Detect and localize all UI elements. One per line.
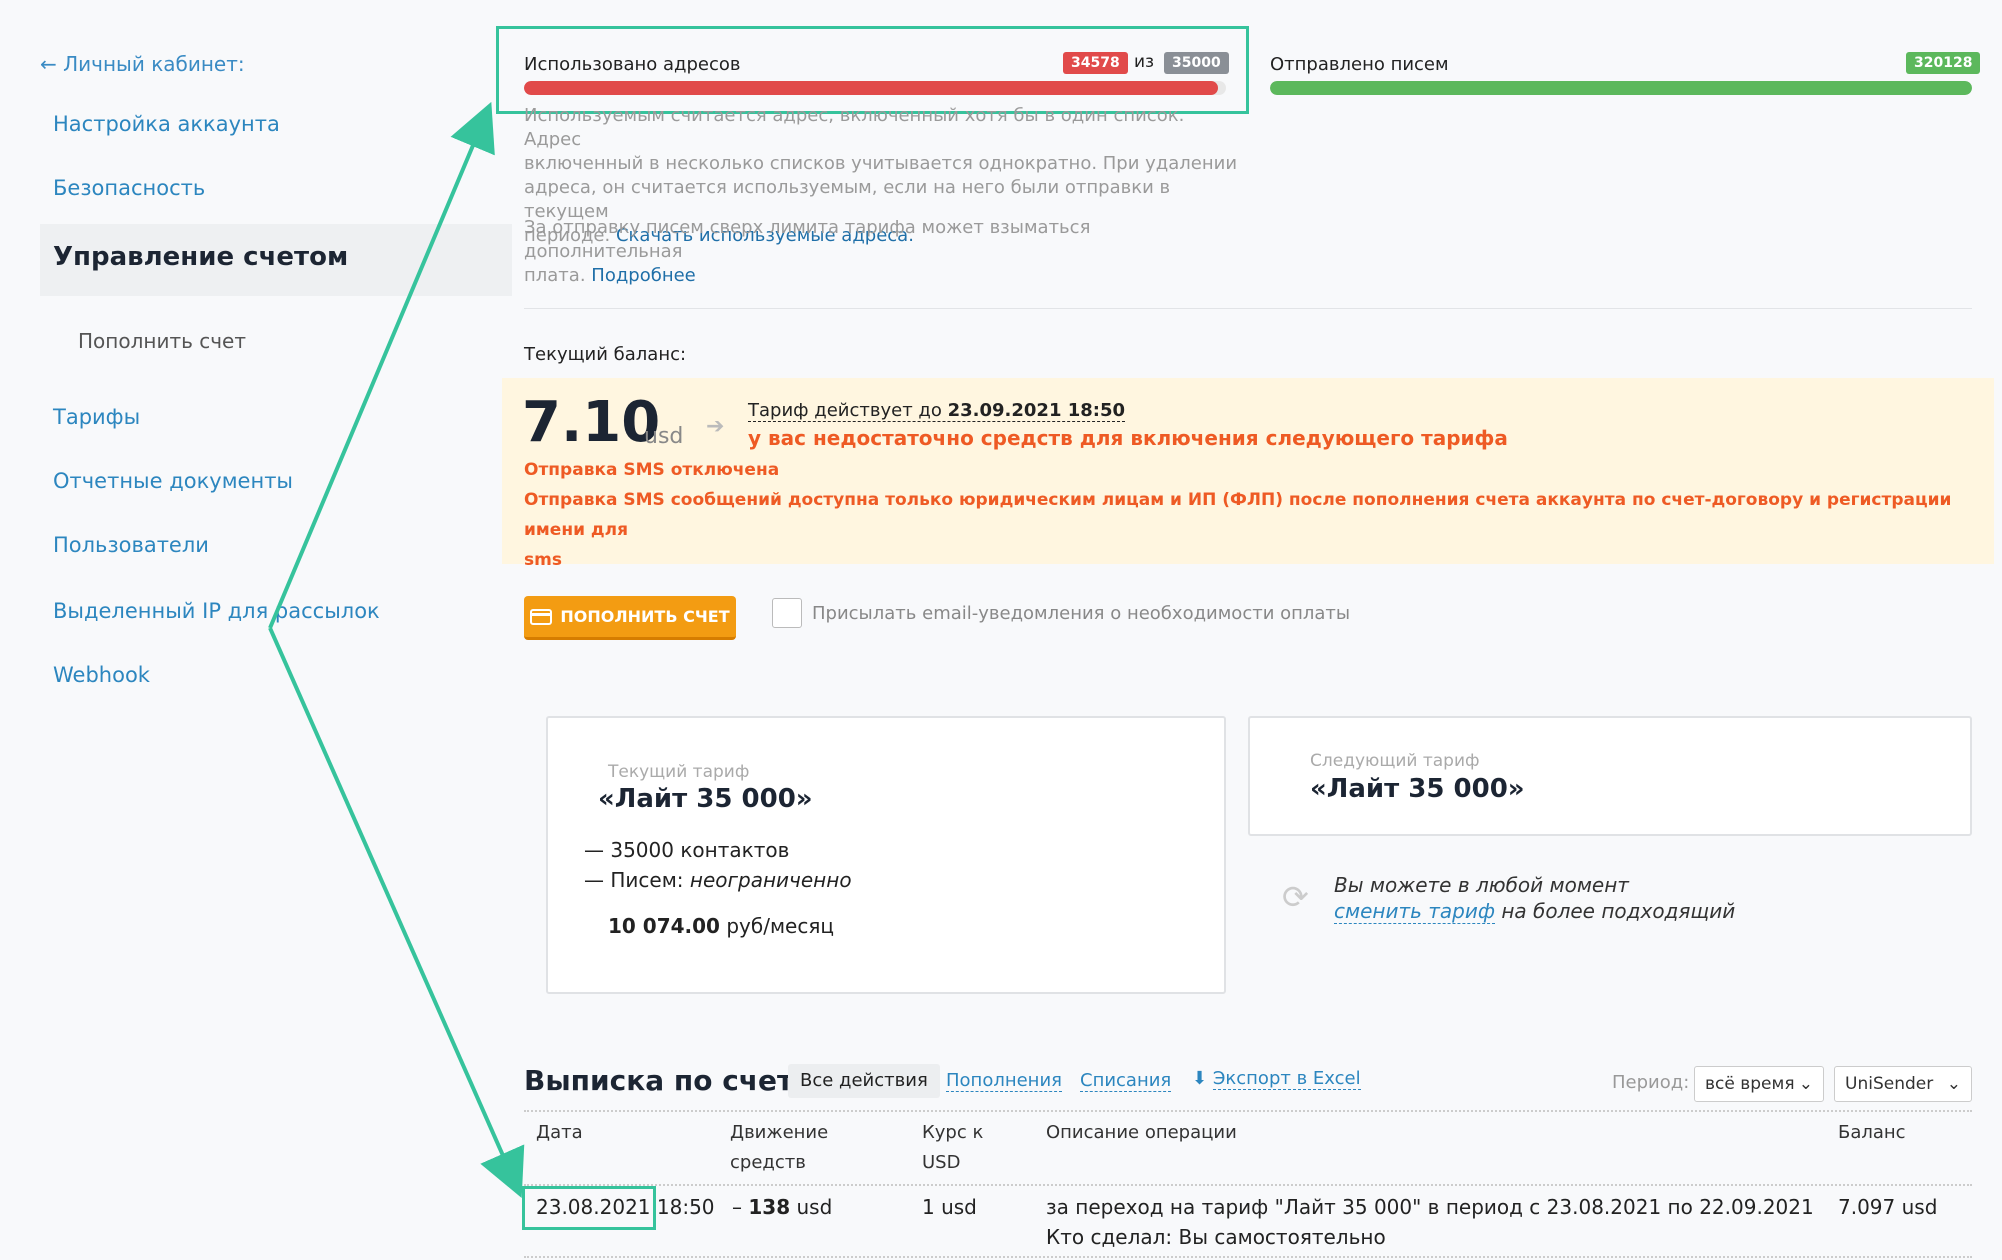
arrow-to-date (268, 627, 525, 1198)
arrow-to-addresses (268, 101, 495, 629)
annotation-arrows (268, 101, 525, 1198)
